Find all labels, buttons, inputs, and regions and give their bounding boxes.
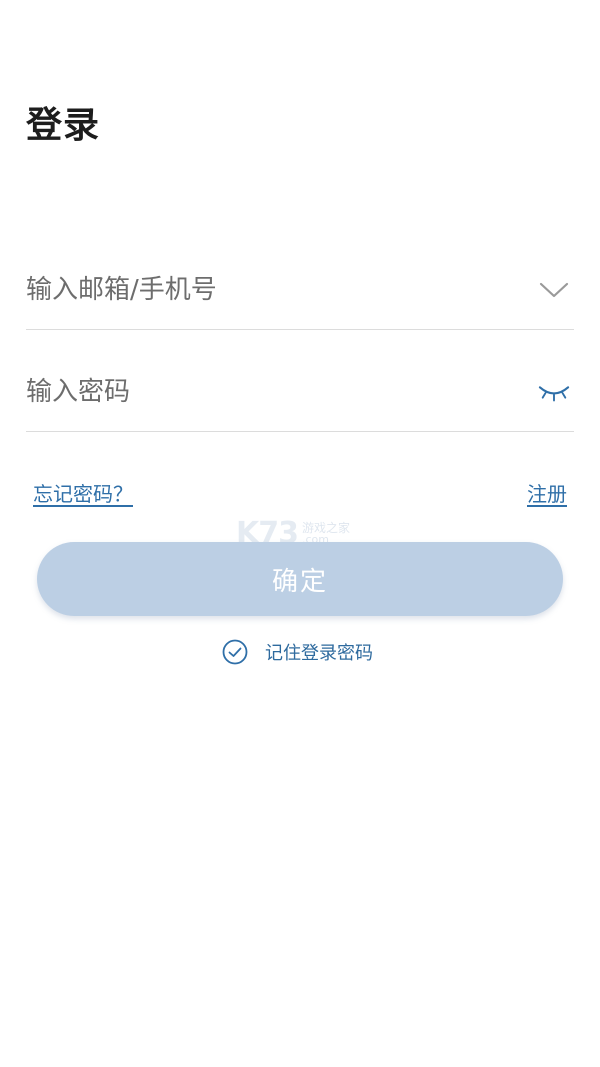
password-field	[26, 354, 574, 432]
confirm-button[interactable]: 确定	[37, 542, 563, 616]
auth-links: 忘记密码？ 注册	[33, 478, 567, 508]
remember-password-label: 记住登录密码	[265, 643, 373, 664]
account-field	[26, 252, 574, 330]
chevron-down-icon[interactable]	[538, 274, 570, 306]
eye-closed-icon[interactable]	[538, 376, 570, 408]
check-circle-icon[interactable]	[222, 639, 248, 665]
remember-password-toggle[interactable]: 记住登录密码	[222, 638, 373, 666]
account-input[interactable]	[26, 270, 506, 310]
password-input[interactable]	[26, 372, 506, 412]
page-title: 登录	[26, 105, 101, 146]
register-link[interactable]: 注册	[527, 478, 567, 507]
forgot-password-link[interactable]: 忘记密码？	[33, 478, 133, 507]
